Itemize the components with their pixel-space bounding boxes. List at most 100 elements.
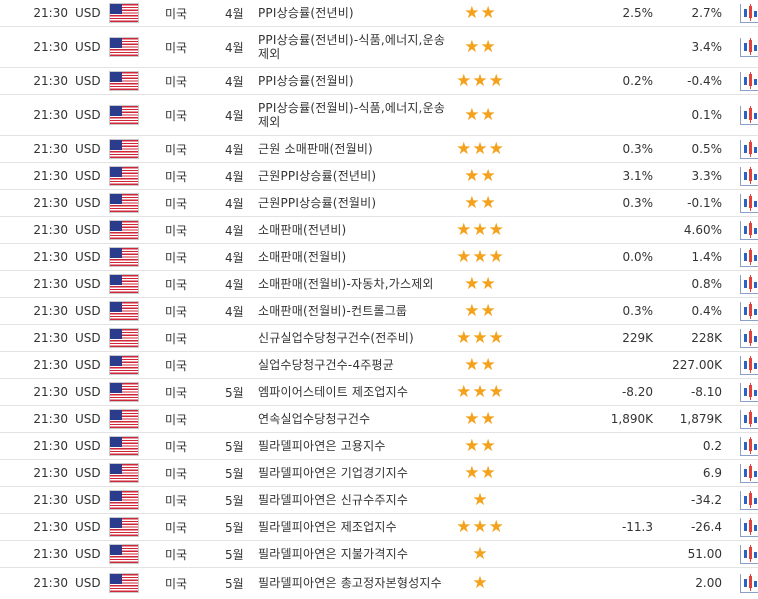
us-flag-icon (110, 167, 138, 185)
table-row[interactable]: 21:30 USD 미국 5월 필라델피아연은 총고정자본형성지수 ★ 2.00 (0, 568, 758, 598)
candlestick-chart-icon[interactable] (740, 274, 758, 294)
event-name[interactable]: 소매판매(전년비) (258, 217, 450, 243)
candlestick-chart-icon[interactable] (740, 37, 758, 57)
event-name[interactable]: 엠파이어스테이트 제조업지수 (258, 379, 450, 405)
table-row[interactable]: 21:30 USD 미국 4월 PPI상승률(전월비) ★ ★ ★ 0.2% -0.4% (0, 68, 758, 95)
event-name[interactable]: 필라델피아연은 총고정자본형성지수 (258, 568, 450, 598)
table-row[interactable]: 21:30 USD 미국 4월 근원PPI상승률(전월비) ★ ★ 0.3% -0.1% (0, 190, 758, 217)
event-name[interactable]: 신규실업수당청구건수(전주비) (258, 325, 450, 351)
event-name[interactable]: 필라델피아연은 지불가격지수 (258, 541, 450, 567)
table-row[interactable]: 21:30 USD 미국 4월 소매판매(전년비) ★ ★ ★ 4.60% (0, 217, 758, 244)
event-name[interactable]: 근원PPI상승률(전월비) (258, 190, 450, 216)
candlestick-chart-icon[interactable] (740, 220, 758, 240)
event-name[interactable]: PPI상승률(전월비)-식품,에너지,운송제외 (258, 95, 450, 135)
table-row[interactable]: 21:30 USD 미국 4월 근원 소매판매(전월비) ★ ★ ★ 0.3% 0.5% (0, 136, 758, 163)
candlestick-chart-icon[interactable] (740, 517, 758, 537)
event-name[interactable]: PPI상승률(전년비)-식품,에너지,운송제외 (258, 27, 450, 67)
candlestick-chart-icon[interactable] (740, 193, 758, 213)
candlestick-chart-icon[interactable] (740, 3, 758, 23)
event-name[interactable]: 소매판매(전월비)-자동차,가스제외 (258, 271, 450, 297)
table-row[interactable]: 21:30 USD 미국 4월 PPI상승률(전년비) ★ ★ 2.5% 2.7% (0, 0, 758, 27)
chart-link[interactable] (738, 95, 758, 135)
event-name[interactable]: 연속실업수당청구건수 (258, 406, 450, 432)
importance-rating: ★ ★ (450, 190, 510, 216)
chart-link[interactable] (738, 271, 758, 297)
flag-cell (110, 271, 140, 297)
candlestick-chart-icon[interactable] (740, 247, 758, 267)
candlestick-chart-icon[interactable] (740, 463, 758, 483)
candlestick-chart-icon[interactable] (740, 409, 758, 429)
reference-month (225, 406, 245, 432)
table-row[interactable]: 21:30 USD 미국 5월 필라델피아연은 제조업지수 ★ ★ ★ -11.3 -26.4 (0, 514, 758, 541)
importance-rating: ★ ★ (450, 163, 510, 189)
event-name[interactable]: 필라델피아연은 기업경기지수 (258, 460, 450, 486)
table-row[interactable]: 21:30 USD 미국 실업수당청구건수-4주평균 ★ ★ 227.00K (0, 352, 758, 379)
event-name[interactable]: 근원PPI상승률(전년비) (258, 163, 450, 189)
candlestick-chart-icon[interactable] (740, 328, 758, 348)
table-row[interactable]: 21:30 USD 미국 4월 소매판매(전월비) ★ ★ ★ 0.0% 1.4% (0, 244, 758, 271)
previous-value (560, 568, 653, 598)
chart-link[interactable] (738, 460, 758, 486)
chart-link[interactable] (738, 298, 758, 324)
event-name[interactable]: 실업수당청구건수-4주평균 (258, 352, 450, 378)
table-row[interactable]: 21:30 USD 미국 5월 필라델피아연은 기업경기지수 ★ ★ 6.9 (0, 460, 758, 487)
candlestick-chart-icon[interactable] (740, 490, 758, 510)
table-row[interactable]: 21:30 USD 미국 4월 소매판매(전월비)-자동차,가스제외 ★ ★ 0.8% (0, 271, 758, 298)
chart-link[interactable] (738, 68, 758, 94)
importance-rating: ★ ★ (450, 433, 510, 459)
candlestick-chart-icon[interactable] (740, 382, 758, 402)
chart-link[interactable] (738, 136, 758, 162)
table-row[interactable]: 21:30 USD 미국 신규실업수당청구건수(전주비) ★ ★ ★ 229K 228K (0, 325, 758, 352)
event-name[interactable]: PPI상승률(전월비) (258, 68, 450, 94)
chart-link[interactable] (738, 406, 758, 432)
chart-link[interactable] (738, 325, 758, 351)
candlestick-chart-icon[interactable] (740, 573, 758, 593)
table-row[interactable]: 21:30 USD 미국 4월 근원PPI상승률(전년비) ★ ★ 3.1% 3.3% (0, 163, 758, 190)
previous-value (560, 217, 653, 243)
chart-link[interactable] (738, 433, 758, 459)
chart-link[interactable] (738, 541, 758, 567)
chart-link[interactable] (738, 0, 758, 26)
chart-link[interactable] (738, 27, 758, 67)
event-name[interactable]: 필라델피아연은 고용지수 (258, 433, 450, 459)
chart-link[interactable] (738, 352, 758, 378)
table-row[interactable]: 21:30 USD 미국 5월 필라델피아연은 신규수주지수 ★ -34.2 (0, 487, 758, 514)
candlestick-chart-icon[interactable] (740, 139, 758, 159)
table-row[interactable]: 21:30 USD 미국 5월 엠파이어스테이트 제조업지수 ★ ★ ★ -8.20 -8.10 (0, 379, 758, 406)
candlestick-chart-icon[interactable] (740, 436, 758, 456)
us-flag-icon (110, 329, 138, 347)
event-name[interactable]: 필라델피아연은 신규수주지수 (258, 487, 450, 513)
table-row[interactable]: 21:30 USD 미국 연속실업수당청구건수 ★ ★ 1,890K 1,879K (0, 406, 758, 433)
event-name[interactable]: 소매판매(전월비) (258, 244, 450, 270)
chart-link[interactable] (738, 163, 758, 189)
chart-link[interactable] (738, 514, 758, 540)
candlestick-chart-icon[interactable] (740, 544, 758, 564)
table-row[interactable]: 21:30 USD 미국 5월 필라델피아연은 고용지수 ★ ★ 0.2 (0, 433, 758, 460)
currency-code: USD (75, 40, 101, 54)
table-row[interactable]: 21:30 USD 미국 4월 PPI상승률(전월비)-식품,에너지,운송제외 ★ ★ 0.1… (0, 95, 758, 136)
chart-link[interactable] (738, 487, 758, 513)
table-row[interactable]: 21:30 USD 미국 4월 PPI상승률(전년비)-식품,에너지,운송제외 ★ ★ 3.4… (0, 27, 758, 68)
event-name[interactable]: 근원 소매판매(전월비) (258, 136, 450, 162)
chart-link[interactable] (738, 190, 758, 216)
chart-link[interactable] (738, 217, 758, 243)
forecast-value: -0.4% (687, 74, 722, 88)
event-name[interactable]: 소매판매(전월비)-컨트롤그룹 (258, 298, 450, 324)
candlestick-chart-icon[interactable] (740, 166, 758, 186)
currency-code: USD (75, 169, 101, 183)
candlestick-chart-icon[interactable] (740, 71, 758, 91)
event-name[interactable]: PPI상승률(전년비) (258, 0, 450, 26)
table-row[interactable]: 21:30 USD 미국 5월 필라델피아연은 지불가격지수 ★ 51.00 (0, 541, 758, 568)
importance-rating: ★ ★ (450, 0, 510, 26)
chart-link[interactable] (738, 568, 758, 598)
table-row[interactable]: 21:30 USD 미국 4월 소매판매(전월비)-컨트롤그룹 ★ ★ 0.3% 0.4% (0, 298, 758, 325)
us-flag-icon (110, 248, 138, 266)
candlestick-chart-icon[interactable] (740, 105, 758, 125)
importance-rating: ★ ★ (450, 95, 510, 135)
currency-code: USD (75, 142, 101, 156)
chart-link[interactable] (738, 379, 758, 405)
chart-link[interactable] (738, 244, 758, 270)
candlestick-chart-icon[interactable] (740, 355, 758, 375)
candlestick-chart-icon[interactable] (740, 301, 758, 321)
event-name[interactable]: 필라델피아연은 제조업지수 (258, 514, 450, 540)
